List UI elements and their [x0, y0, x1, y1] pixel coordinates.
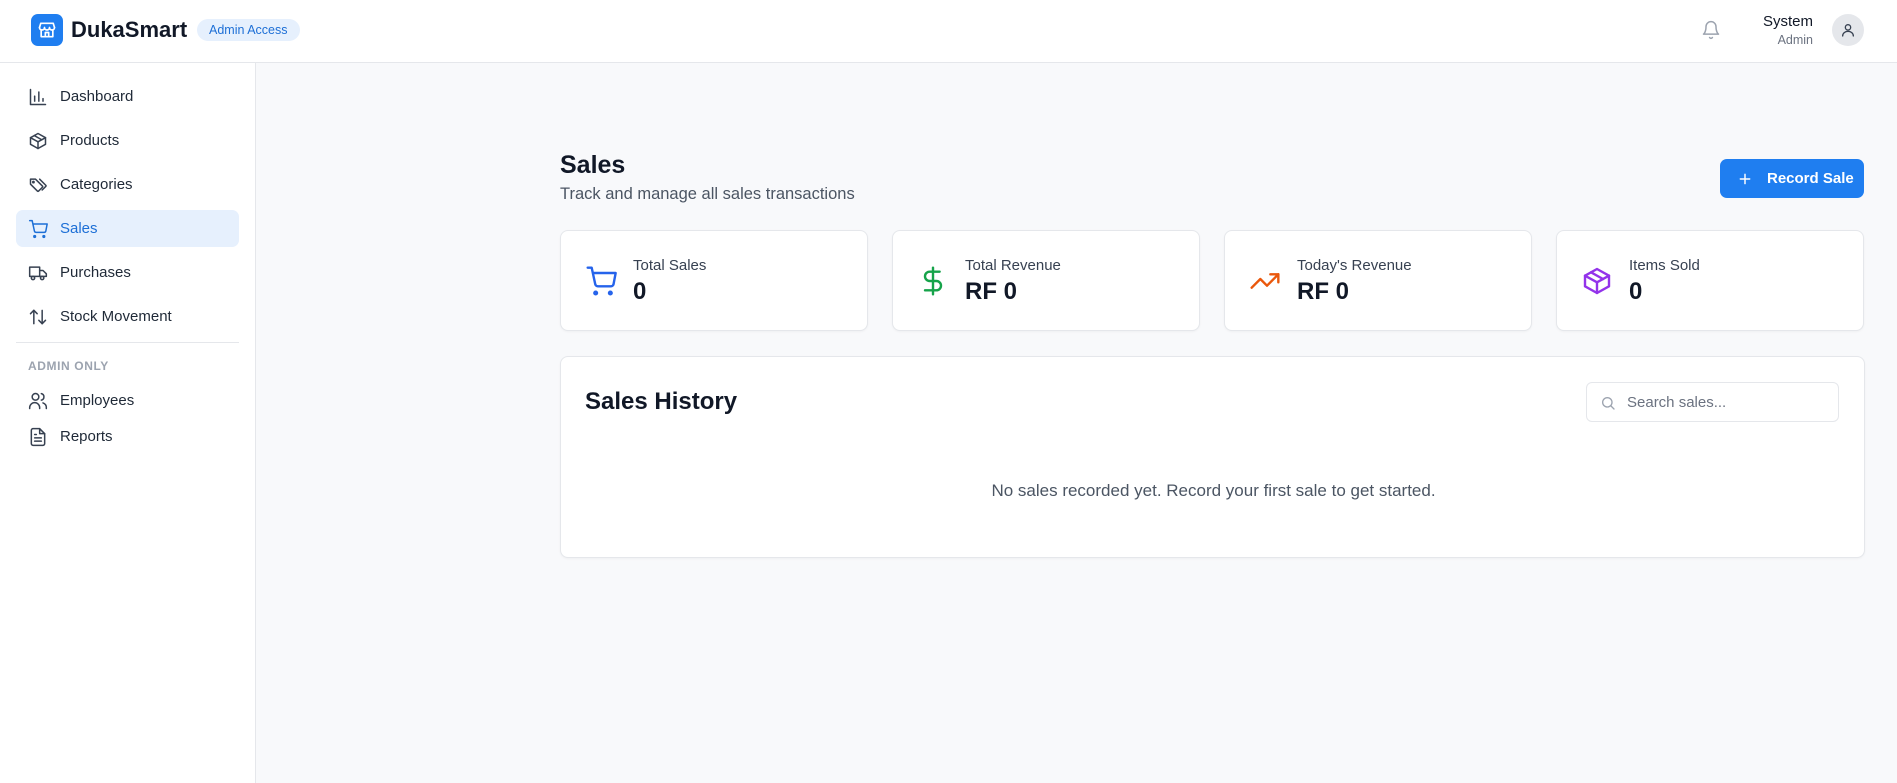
sidebar-item-label: Sales [60, 220, 98, 237]
sidebar-item-stock-movement[interactable]: Stock Movement [16, 298, 239, 335]
package-icon [1581, 265, 1613, 297]
cart-icon [585, 265, 617, 297]
page-subtitle: Track and manage all sales transactions [560, 185, 855, 203]
sales-history-card: Sales History No sales recorded yet. Rec… [560, 356, 1865, 558]
store-logo-icon[interactable] [31, 14, 63, 46]
stat-label: Today's Revenue [1297, 257, 1412, 274]
stat-label: Total Revenue [965, 257, 1061, 274]
stat-card-total-revenue: Total Revenue RF 0 [892, 230, 1200, 331]
search-box[interactable] [1586, 382, 1839, 422]
stat-value: 0 [633, 278, 647, 305]
sidebar-item-products[interactable]: Products [16, 122, 239, 159]
sidebar-item-label: Employees [60, 392, 135, 409]
stat-card-todays-revenue: Today's Revenue RF 0 [1224, 230, 1532, 331]
stat-value: 0 [1629, 278, 1643, 305]
stat-label: Items Sold [1629, 257, 1700, 274]
sidebar-item-label: Products [60, 132, 120, 149]
user-role: Admin [1777, 33, 1813, 47]
file-text-icon [28, 427, 48, 447]
stat-value: RF 0 [1297, 278, 1350, 305]
stat-value: RF 0 [965, 278, 1018, 305]
user-name: System [1762, 13, 1813, 30]
sidebar-item-purchases[interactable]: Purchases [16, 254, 239, 291]
sidebar-item-label: Dashboard [60, 88, 134, 105]
page-title: Sales [560, 151, 626, 179]
user-icon [1842, 24, 1854, 37]
plus-icon [1737, 171, 1753, 187]
record-sale-button[interactable]: Record Sale [1720, 159, 1864, 198]
sidebar-item-dashboard[interactable]: Dashboard [16, 78, 239, 115]
sidebar-item-label: Categories [60, 176, 133, 193]
admin-only-section-label: ADMIN ONLY [28, 359, 109, 373]
arrows-up-down-icon [28, 307, 48, 327]
tags-icon [28, 175, 48, 195]
stat-label: Total Sales [633, 257, 707, 274]
sidebar-item-sales[interactable]: Sales [16, 210, 239, 247]
sidebar-item-employees[interactable]: Employees [16, 382, 239, 419]
bar-chart-icon [28, 87, 48, 107]
dollar-icon [917, 265, 949, 297]
search-icon [1600, 395, 1616, 411]
cart-icon [28, 219, 48, 239]
sales-history-title: Sales History [585, 388, 738, 415]
top-header: DukaSmart Admin Access System Admin [0, 0, 1897, 63]
stat-card-items-sold: Items Sold 0 [1556, 230, 1864, 331]
stat-card-total-sales: Total Sales 0 [560, 230, 868, 331]
empty-state-message: No sales recorded yet. Record your first… [991, 481, 1436, 500]
sidebar-item-label: Purchases [60, 264, 131, 281]
sidebar: Dashboard Products Categories Sales Purc… [0, 63, 256, 783]
sidebar-item-label: Reports [60, 428, 113, 445]
sidebar-divider [16, 342, 239, 343]
trending-up-icon [1249, 265, 1281, 297]
bell-icon[interactable] [1701, 20, 1721, 40]
admin-access-badge: Admin Access [197, 19, 300, 41]
sidebar-item-label: Stock Movement [60, 308, 172, 325]
app-title[interactable]: DukaSmart [71, 16, 187, 44]
box-icon [28, 131, 48, 151]
sidebar-item-categories[interactable]: Categories [16, 166, 239, 203]
truck-icon [28, 263, 48, 283]
sidebar-item-reports[interactable]: Reports [16, 418, 239, 455]
search-input[interactable] [1627, 383, 1832, 421]
record-sale-label: Record Sale [1767, 170, 1854, 187]
users-icon [28, 391, 48, 411]
avatar[interactable] [1832, 14, 1864, 46]
